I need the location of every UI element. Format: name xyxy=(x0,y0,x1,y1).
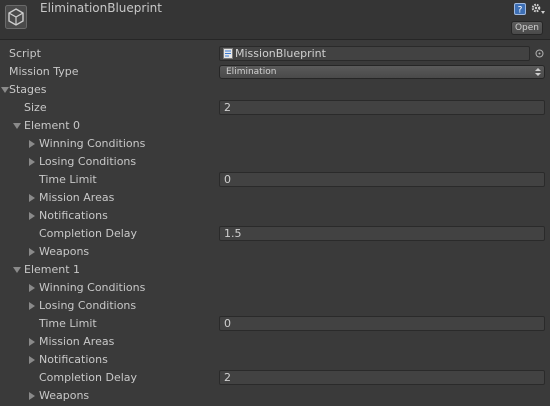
mission-areas-label: Mission Areas xyxy=(39,191,115,204)
size-label: Size xyxy=(24,101,47,114)
mission-areas-label: Mission Areas xyxy=(39,335,115,348)
gear-icon[interactable] xyxy=(530,2,546,16)
script-value: MissionBlueprint xyxy=(235,47,326,60)
element-0-foldout[interactable]: Element 0 xyxy=(0,117,550,135)
completion-delay-row: Completion Delay 2 xyxy=(0,369,550,387)
completion-delay-input[interactable]: 1.5 xyxy=(219,226,545,241)
foldout-collapsed-icon[interactable] xyxy=(29,302,35,310)
foldout-collapsed-icon[interactable] xyxy=(29,212,35,220)
foldout-collapsed-icon[interactable] xyxy=(29,392,35,400)
mission-areas-foldout[interactable]: Mission Areas xyxy=(0,333,550,351)
foldout-collapsed-icon[interactable] xyxy=(29,248,35,256)
element-label: Element 1 xyxy=(24,263,81,276)
completion-delay-label: Completion Delay xyxy=(39,227,138,240)
script-icon xyxy=(223,48,233,59)
foldout-collapsed-icon[interactable] xyxy=(29,284,35,292)
size-input[interactable]: 2 xyxy=(219,100,545,115)
losing-conditions-foldout[interactable]: Losing Conditions xyxy=(0,297,550,315)
help-icon[interactable]: ? xyxy=(514,3,526,15)
svg-text:?: ? xyxy=(518,6,523,16)
inspector-header: EliminationBlueprint ? Open xyxy=(0,0,550,40)
time-limit-row: Time Limit 0 xyxy=(0,315,550,333)
winning-conditions-label: Winning Conditions xyxy=(39,137,146,150)
completion-delay-label: Completion Delay xyxy=(39,371,138,384)
script-label: Script xyxy=(9,47,41,60)
element-1-foldout[interactable]: Element 1 xyxy=(0,261,550,279)
stages-label: Stages xyxy=(9,83,47,96)
element-label: Element 0 xyxy=(24,119,81,132)
mission-type-row: Mission Type Elimination xyxy=(0,63,550,81)
notifications-label: Notifications xyxy=(39,209,108,222)
notifications-label: Notifications xyxy=(39,353,108,366)
mission-type-value: Elimination xyxy=(226,67,277,77)
winning-conditions-label: Winning Conditions xyxy=(39,281,146,294)
time-limit-input[interactable]: 0 xyxy=(219,316,545,331)
losing-conditions-foldout[interactable]: Losing Conditions xyxy=(0,153,550,171)
time-limit-row: Time Limit 0 xyxy=(0,171,550,189)
open-button[interactable]: Open xyxy=(511,21,543,35)
weapons-foldout[interactable]: Weapons xyxy=(0,243,550,261)
winning-conditions-foldout[interactable]: Winning Conditions xyxy=(0,135,550,153)
script-row: Script MissionBlueprint xyxy=(0,45,550,63)
stages-foldout[interactable]: Stages xyxy=(0,81,550,99)
foldout-collapsed-icon[interactable] xyxy=(29,194,35,202)
weapons-foldout[interactable]: Weapons xyxy=(0,387,550,405)
object-picker-icon[interactable] xyxy=(535,49,544,58)
foldout-collapsed-icon[interactable] xyxy=(29,356,35,364)
losing-conditions-label: Losing Conditions xyxy=(39,155,137,168)
time-limit-label: Time Limit xyxy=(39,173,97,186)
mission-type-dropdown[interactable]: Elimination xyxy=(219,65,545,79)
notifications-foldout[interactable]: Notifications xyxy=(0,207,550,225)
weapons-label: Weapons xyxy=(39,245,90,258)
unity-asset-icon xyxy=(5,5,27,29)
foldout-collapsed-icon[interactable] xyxy=(29,158,35,166)
foldout-collapsed-icon[interactable] xyxy=(29,140,35,148)
foldout-collapsed-icon[interactable] xyxy=(29,338,35,346)
time-limit-label: Time Limit xyxy=(39,317,97,330)
winning-conditions-foldout[interactable]: Winning Conditions xyxy=(0,279,550,297)
mission-type-label: Mission Type xyxy=(9,65,79,78)
weapons-label: Weapons xyxy=(39,389,90,402)
notifications-foldout[interactable]: Notifications xyxy=(0,351,550,369)
asset-title: EliminationBlueprint xyxy=(40,1,162,15)
dropdown-arrows-icon xyxy=(535,68,541,76)
size-row: Size 2 xyxy=(0,99,550,117)
foldout-expanded-icon[interactable] xyxy=(1,87,9,93)
script-field[interactable]: MissionBlueprint xyxy=(219,46,530,61)
losing-conditions-label: Losing Conditions xyxy=(39,299,137,312)
mission-areas-foldout[interactable]: Mission Areas xyxy=(0,189,550,207)
foldout-expanded-icon[interactable] xyxy=(13,267,21,273)
foldout-expanded-icon[interactable] xyxy=(13,123,21,129)
completion-delay-row: Completion Delay 1.5 xyxy=(0,225,550,243)
time-limit-input[interactable]: 0 xyxy=(219,172,545,187)
completion-delay-input[interactable]: 2 xyxy=(219,370,545,385)
